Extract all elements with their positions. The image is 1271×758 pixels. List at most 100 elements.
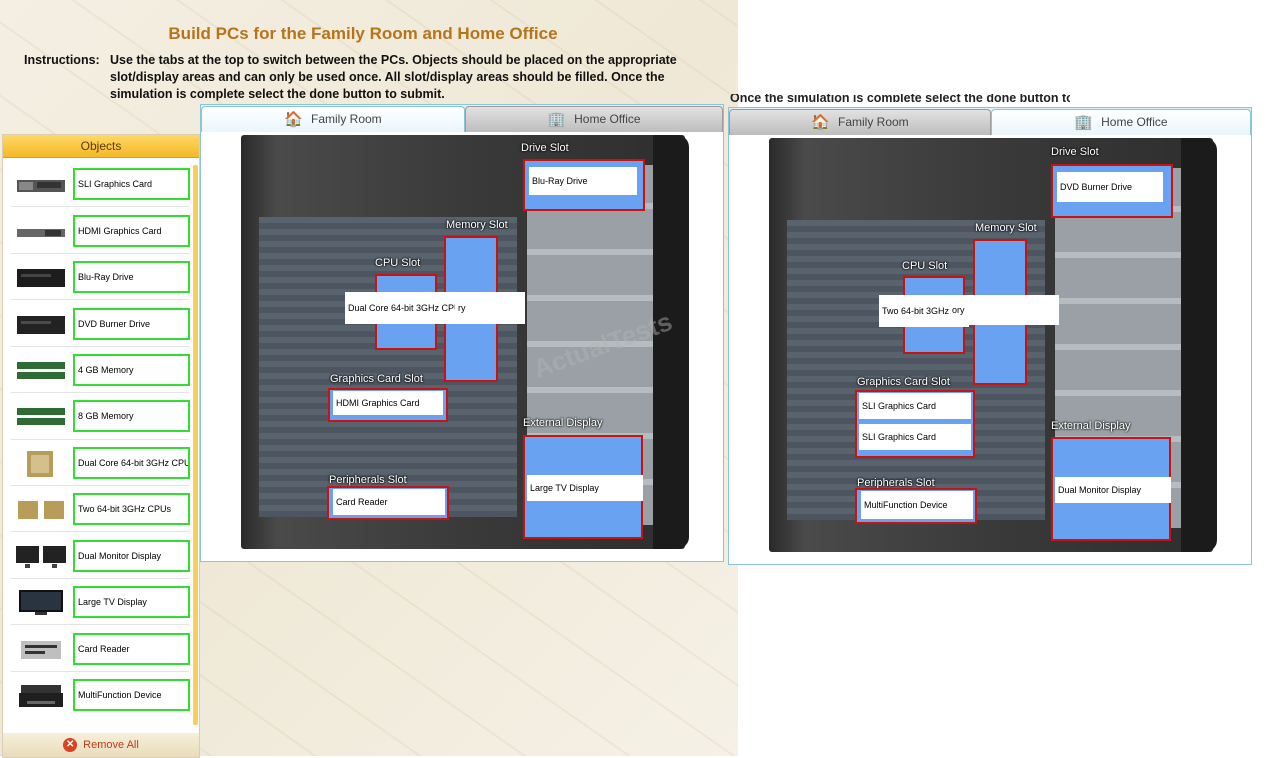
tab-home-office[interactable]: 🏢 Home Office bbox=[465, 106, 723, 132]
external-display-slot[interactable]: Dual Monitor Display bbox=[1051, 437, 1171, 541]
peripherals-slot-title: Peripherals Slot bbox=[329, 474, 407, 486]
tab-label: Home Office bbox=[1101, 115, 1168, 129]
peripherals-slot[interactable]: MultiFunction Device bbox=[855, 488, 977, 524]
divider bbox=[11, 671, 189, 672]
objects-header: Objects bbox=[3, 135, 199, 158]
memory-icon bbox=[17, 362, 65, 379]
drive-slot-title: Drive Slot bbox=[521, 142, 569, 154]
placed-graphics[interactable]: HDMI Graphics Card bbox=[333, 391, 443, 415]
placed-drive[interactable]: DVD Burner Drive bbox=[1057, 172, 1163, 202]
object-label: HDMI Graphics Card bbox=[73, 215, 190, 247]
divider bbox=[11, 253, 189, 254]
peripherals-slot[interactable]: Card Reader bbox=[327, 486, 449, 520]
case-side bbox=[1181, 138, 1217, 552]
remove-icon: ✕ bbox=[63, 738, 78, 753]
office-building-icon: 🏢 bbox=[547, 111, 567, 129]
house-icon: 🏠 bbox=[811, 114, 830, 132]
object-hdmi-graphics-card[interactable]: HDMI Graphics Card bbox=[11, 213, 190, 251]
divider bbox=[11, 485, 189, 486]
graphics-card-icon bbox=[17, 180, 65, 192]
object-dual-monitor-display[interactable]: Dual Monitor Display bbox=[11, 538, 190, 576]
drive-slot-title: Drive Slot bbox=[1051, 146, 1099, 158]
object-label: SLI Graphics Card bbox=[73, 168, 190, 200]
object-label: MultiFunction Device bbox=[73, 679, 190, 711]
object-label: Two 64-bit 3GHz CPUs bbox=[73, 493, 190, 525]
placed-peripheral[interactable]: MultiFunction Device bbox=[861, 491, 973, 519]
placed-cpu[interactable]: Dual Core 64-bit 3GHz CPU bbox=[345, 292, 459, 324]
cpu-pair-icon bbox=[18, 501, 64, 519]
external-display-slot[interactable]: Large TV Display bbox=[523, 435, 643, 539]
house-icon: 🏠 bbox=[284, 111, 303, 129]
object-card-reader[interactable]: Card Reader bbox=[11, 631, 190, 669]
memory-slot-title: Memory Slot bbox=[975, 222, 1037, 234]
tab-label: Home Office bbox=[574, 112, 641, 126]
placed-graphics-1[interactable]: SLI Graphics Card bbox=[859, 393, 971, 419]
tab-label: Family Room bbox=[838, 115, 909, 129]
graphics-slot-title: Graphics Card Slot bbox=[330, 373, 423, 385]
remove-all-button[interactable]: ✕ Remove All bbox=[3, 733, 199, 757]
page-title: Build PCs for the Family Room and Home O… bbox=[168, 24, 558, 43]
dual-monitor-icon bbox=[16, 546, 66, 568]
external-display-title: External Display bbox=[523, 417, 603, 429]
graphics-card-icon bbox=[17, 229, 65, 237]
object-label: Large TV Display bbox=[73, 586, 190, 618]
office-building-icon: 🏢 bbox=[1074, 114, 1094, 132]
objects-scrollbar[interactable] bbox=[193, 165, 198, 725]
divider bbox=[11, 531, 189, 532]
instructions-label: Instructions: bbox=[24, 53, 100, 67]
object-dvd-burner-drive[interactable]: DVD Burner Drive bbox=[11, 306, 190, 344]
graphics-slot[interactable]: SLI Graphics Card SLI Graphics Card bbox=[855, 390, 975, 458]
tab-home-office[interactable]: 🏢 Home Office bbox=[991, 109, 1251, 135]
objects-panel: Objects SLI Graphics Card HDMI Graphics … bbox=[2, 134, 200, 758]
tab-family-room[interactable]: 🏠 Family Room bbox=[201, 106, 465, 132]
object-8gb-memory[interactable]: 8 GB Memory bbox=[11, 398, 190, 436]
object-sli-graphics-card[interactable]: SLI Graphics Card bbox=[11, 166, 190, 204]
tab-bar: 🏠 Family Room 🏢 Home Office bbox=[201, 105, 723, 132]
object-blu-ray-drive[interactable]: Blu-Ray Drive bbox=[11, 259, 190, 297]
card-reader-icon bbox=[21, 641, 61, 659]
divider bbox=[11, 439, 189, 440]
object-two-cpus[interactable]: Two 64-bit 3GHz CPUs bbox=[11, 491, 190, 529]
object-label: DVD Burner Drive bbox=[73, 308, 190, 340]
instructions-text: Use the tabs at the top to switch betwee… bbox=[110, 53, 677, 101]
objects-list: SLI Graphics Card HDMI Graphics Card Blu… bbox=[3, 158, 191, 728]
divider bbox=[11, 578, 189, 579]
divider bbox=[11, 206, 189, 207]
tab-family-room[interactable]: 🏠 Family Room bbox=[729, 109, 991, 135]
object-dual-core-cpu[interactable]: Dual Core 64-bit 3GHz CPU bbox=[11, 445, 190, 483]
placed-drive[interactable]: Blu-Ray Drive bbox=[529, 167, 637, 195]
overlapping-instructions-fragment: Once the simulation is complete select t… bbox=[730, 94, 1070, 102]
placed-external-display[interactable]: Large TV Display bbox=[527, 475, 643, 501]
object-label: Dual Monitor Display bbox=[73, 540, 190, 572]
divider bbox=[11, 299, 189, 300]
tab-bar: 🏠 Family Room 🏢 Home Office bbox=[729, 108, 1251, 135]
placed-graphics-2[interactable]: SLI Graphics Card bbox=[859, 424, 971, 450]
graphics-slot[interactable]: HDMI Graphics Card bbox=[328, 388, 448, 422]
drive-slot[interactable]: Blu-Ray Drive bbox=[523, 159, 645, 211]
memory-slot-title: Memory Slot bbox=[446, 219, 508, 231]
remove-all-label: Remove All bbox=[83, 739, 139, 751]
divider bbox=[11, 624, 189, 625]
case-side bbox=[653, 135, 689, 549]
optical-drive-icon bbox=[17, 316, 65, 334]
placed-external-display[interactable]: Dual Monitor Display bbox=[1055, 477, 1171, 503]
object-multifunction-device[interactable]: MultiFunction Device bbox=[11, 677, 190, 715]
cpu-slot-title: CPU Slot bbox=[375, 257, 421, 269]
object-4gb-memory[interactable]: 4 GB Memory bbox=[11, 352, 190, 390]
placed-peripheral[interactable]: Card Reader bbox=[333, 489, 445, 515]
placed-memory-partial[interactable]: ry bbox=[455, 292, 525, 324]
external-display-title: External Display bbox=[1051, 420, 1131, 432]
object-label: Dual Core 64-bit 3GHz CPU bbox=[73, 447, 190, 479]
drive-slot[interactable]: DVD Burner Drive bbox=[1051, 164, 1173, 218]
printer-icon bbox=[19, 685, 63, 707]
object-large-tv-display[interactable]: Large TV Display bbox=[11, 584, 190, 622]
cpu-icon bbox=[27, 451, 53, 477]
tab-label: Family Room bbox=[311, 112, 382, 126]
divider bbox=[11, 392, 189, 393]
tv-icon bbox=[19, 590, 63, 615]
divider bbox=[11, 346, 189, 347]
memory-icon bbox=[17, 408, 65, 425]
placed-memory-partial[interactable]: ory bbox=[949, 295, 1059, 325]
cpu-slot-title: CPU Slot bbox=[902, 260, 948, 272]
home-office-panel: 🏠 Family Room 🏢 Home Office Drive Slot DVD… bbox=[728, 107, 1252, 565]
